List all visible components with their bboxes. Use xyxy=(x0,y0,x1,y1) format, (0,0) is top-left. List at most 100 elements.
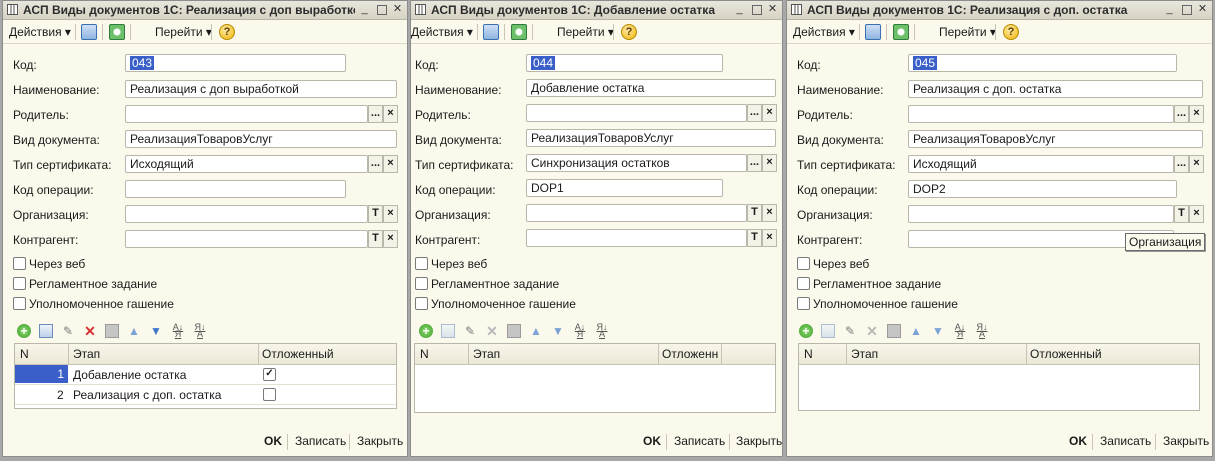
minimize-button[interactable]: _ xyxy=(1163,3,1176,16)
sort-asc-icon[interactable]: А↓ Я xyxy=(171,323,185,339)
col-stage-header[interactable]: Этап xyxy=(851,347,878,361)
sort-desc-icon[interactable]: Я↓ А xyxy=(975,323,989,339)
move-up-icon[interactable]: ▲ xyxy=(127,324,141,338)
cert-type-field[interactable]: Синхронизация остатков xyxy=(526,154,747,172)
counterparty-clear-button[interactable]: × xyxy=(762,229,777,247)
org-field[interactable] xyxy=(125,205,368,223)
parent-field[interactable] xyxy=(526,104,747,122)
maximize-button[interactable] xyxy=(375,3,388,16)
close-button[interactable]: Закрыть xyxy=(1163,434,1209,448)
org-text-button[interactable]: T xyxy=(747,204,762,222)
org-text-button[interactable]: T xyxy=(1174,205,1189,223)
counterparty-field[interactable] xyxy=(526,229,747,247)
close-window-button[interactable]: ✕ xyxy=(1196,3,1209,16)
cert-type-clear-button[interactable]: × xyxy=(383,155,398,173)
delete-row-icon[interactable]: ✕ xyxy=(83,324,97,338)
parent-clear-button[interactable]: × xyxy=(1189,105,1204,123)
parent-clear-button[interactable]: × xyxy=(383,105,398,123)
name-field[interactable]: Добавление остатка xyxy=(526,79,776,97)
cert-type-field[interactable]: Исходящий xyxy=(125,155,368,173)
op-code-field[interactable] xyxy=(125,180,346,198)
minimize-button[interactable]: _ xyxy=(358,3,371,16)
col-deferred-header[interactable]: Отложенн xyxy=(662,347,722,361)
save-button[interactable]: Записать xyxy=(1100,434,1151,448)
op-code-field[interactable]: DOP2 xyxy=(908,180,1177,198)
actions-menu[interactable]: Действия ▾ xyxy=(9,25,71,39)
move-up-icon[interactable]: ▲ xyxy=(529,324,543,338)
counterparty-field[interactable] xyxy=(125,230,368,248)
row-deferred-checkbox[interactable] xyxy=(263,388,276,401)
move-down-icon[interactable]: ▼ xyxy=(931,324,945,338)
delete-row-icon[interactable]: ✕ xyxy=(865,324,879,338)
sort-desc-icon[interactable]: Я↓ А xyxy=(595,323,609,339)
sort-asc-icon[interactable]: А↓ Я xyxy=(953,323,967,339)
add-row-icon[interactable]: + xyxy=(799,324,813,338)
stages-grid[interactable]: N Этап Отложенный 1 Добавление остатка ✓… xyxy=(14,343,397,409)
edit-row-icon[interactable]: ✎ xyxy=(61,324,75,338)
title-bar[interactable]: АСП Виды документов 1С: Добавление остат… xyxy=(411,1,782,20)
actions-menu[interactable]: Действия ▾ xyxy=(793,25,855,39)
edit-row-icon[interactable]: ✎ xyxy=(843,324,857,338)
org-clear-button[interactable]: × xyxy=(1189,205,1204,223)
code-field[interactable]: 044 xyxy=(526,54,723,72)
go-menu[interactable]: Перейти ▾ xyxy=(557,25,614,39)
authorized-checkbox[interactable]: Уполномоченное гашение xyxy=(13,297,174,311)
parent-select-button[interactable]: ... xyxy=(747,104,762,122)
save-close-icon[interactable] xyxy=(483,24,499,40)
edit-row-icon[interactable]: ✎ xyxy=(463,324,477,338)
ok-button[interactable]: OK xyxy=(643,434,661,448)
actions-menu[interactable]: Действия ▾ xyxy=(411,25,473,39)
via-web-checkbox[interactable]: Через веб xyxy=(797,257,869,271)
sort-desc-icon[interactable]: Я↓ А xyxy=(193,323,207,339)
parent-clear-button[interactable]: × xyxy=(762,104,777,122)
via-web-checkbox[interactable]: Через веб xyxy=(13,257,85,271)
close-button[interactable]: Закрыть xyxy=(736,434,782,448)
op-code-field[interactable]: DOP1 xyxy=(526,179,723,197)
col-n-header[interactable]: N xyxy=(804,347,813,361)
ok-button[interactable]: OK xyxy=(1069,434,1087,448)
title-bar[interactable]: АСП Виды документов 1С: Реализация с доп… xyxy=(787,1,1212,20)
stages-grid[interactable]: N Этап Отложенный xyxy=(798,343,1200,411)
code-field[interactable]: 045 xyxy=(908,54,1177,72)
scheduled-checkbox[interactable]: Регламентное задание xyxy=(13,277,157,291)
authorized-checkbox[interactable]: Уполномоченное гашение xyxy=(797,297,958,311)
cert-type-select-button[interactable]: ... xyxy=(368,155,383,173)
copy-row-icon[interactable] xyxy=(39,324,53,338)
help-icon[interactable]: ? xyxy=(219,24,235,40)
org-clear-button[interactable]: × xyxy=(383,205,398,223)
parent-select-button[interactable]: ... xyxy=(368,105,383,123)
refresh-icon[interactable] xyxy=(109,24,125,40)
help-icon[interactable]: ? xyxy=(621,24,637,40)
end-edit-icon[interactable] xyxy=(887,324,901,338)
stages-grid[interactable]: N Этап Отложенн xyxy=(414,343,776,413)
row-deferred-checkbox[interactable]: ✓ xyxy=(263,368,276,381)
col-n-header[interactable]: N xyxy=(20,347,29,361)
doc-kind-field[interactable]: РеализацияТоваровУслуг xyxy=(908,130,1203,148)
authorized-checkbox[interactable]: Уполномоченное гашение xyxy=(415,297,576,311)
save-close-icon[interactable] xyxy=(81,24,97,40)
scheduled-checkbox[interactable]: Регламентное задание xyxy=(415,277,559,291)
via-web-checkbox[interactable]: Через веб xyxy=(415,257,487,271)
parent-field[interactable] xyxy=(125,105,368,123)
cert-type-select-button[interactable]: ... xyxy=(747,154,762,172)
doc-kind-field[interactable]: РеализацияТоваровУслуг xyxy=(125,130,397,148)
close-window-button[interactable]: ✕ xyxy=(391,3,404,16)
copy-row-icon[interactable] xyxy=(441,324,455,338)
cert-type-clear-button[interactable]: × xyxy=(1189,155,1204,173)
cert-type-clear-button[interactable]: × xyxy=(762,154,777,172)
minimize-button[interactable]: _ xyxy=(733,3,746,16)
code-field[interactable]: 043 xyxy=(125,54,346,72)
doc-kind-field[interactable]: РеализацияТоваровУслуг xyxy=(526,129,776,147)
ok-button[interactable]: OK xyxy=(264,434,282,448)
col-stage-header[interactable]: Этап xyxy=(73,347,100,361)
end-edit-icon[interactable] xyxy=(105,324,119,338)
scheduled-checkbox[interactable]: Регламентное задание xyxy=(797,277,941,291)
parent-select-button[interactable]: ... xyxy=(1174,105,1189,123)
move-down-icon[interactable]: ▼ xyxy=(149,324,163,338)
end-edit-icon[interactable] xyxy=(507,324,521,338)
counterparty-text-button[interactable]: T xyxy=(747,229,762,247)
counterparty-text-button[interactable]: T xyxy=(368,230,383,248)
org-field[interactable] xyxy=(526,204,747,222)
go-menu[interactable]: Перейти ▾ xyxy=(155,25,212,39)
sort-asc-icon[interactable]: А↓ Я xyxy=(573,323,587,339)
